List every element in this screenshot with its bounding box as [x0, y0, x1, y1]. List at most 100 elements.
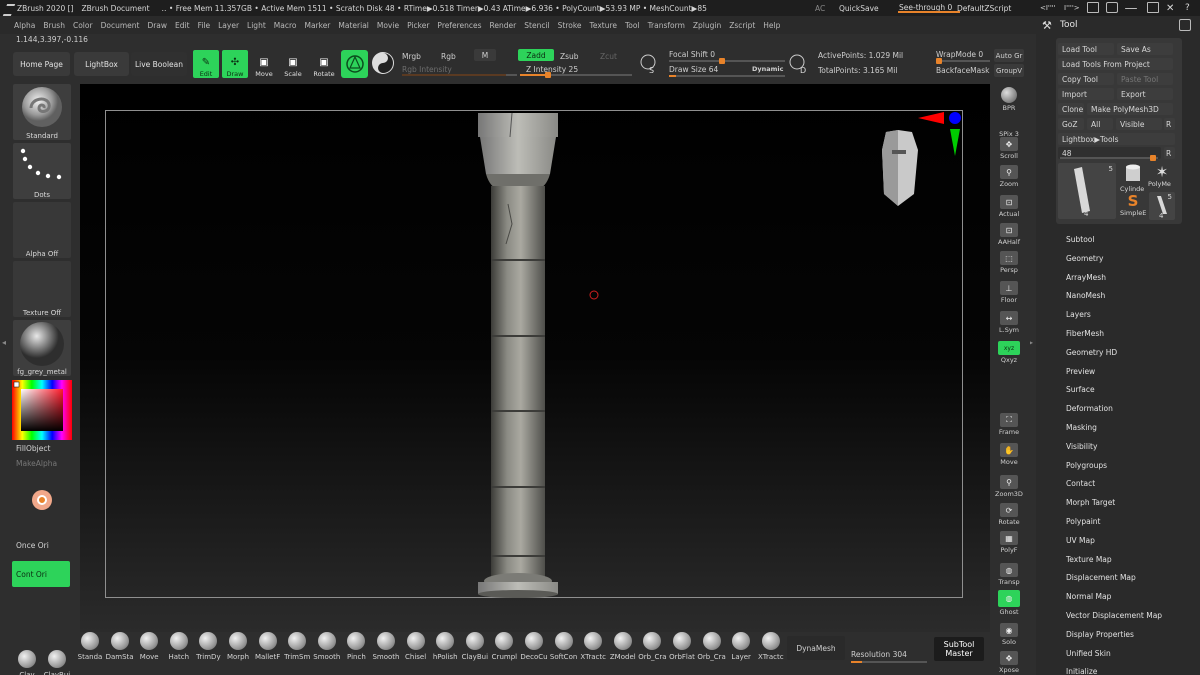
- close-icon[interactable]: ✕: [1166, 1, 1174, 15]
- brush-20[interactable]: OrbFlat: [667, 632, 697, 672]
- menu-brush[interactable]: Brush: [43, 21, 65, 30]
- brush-0[interactable]: Standa: [75, 632, 105, 672]
- brush-9[interactable]: Pinch: [341, 632, 371, 672]
- document-viewport[interactable]: [80, 84, 990, 632]
- z-intensity-slider[interactable]: Z Intensity 25: [526, 65, 578, 74]
- goz-visible-button[interactable]: Visible: [1116, 118, 1162, 130]
- tool-section-displacement-map[interactable]: Displacement Map: [1066, 573, 1136, 582]
- rotate-button[interactable]: ⟳ Rotate: [995, 500, 1023, 526]
- tool-section-display-properties[interactable]: Display Properties: [1066, 630, 1134, 639]
- goz-r-button[interactable]: R: [1164, 118, 1175, 130]
- goz-button[interactable]: GoZ: [1058, 118, 1084, 130]
- brush-shortcut-1[interactable]: ClayBui: [42, 650, 72, 675]
- lsym-button[interactable]: ↔ L.Sym: [995, 308, 1023, 334]
- lightbox-button[interactable]: LightBox: [74, 52, 129, 76]
- tool-section-vector-displacement-map[interactable]: Vector Displacement Map: [1066, 611, 1162, 620]
- tool-section-fibermesh[interactable]: FiberMesh: [1066, 329, 1104, 338]
- menu-light[interactable]: Light: [247, 21, 266, 30]
- layout-grip-icon[interactable]: <I'''': [1040, 1, 1056, 15]
- tool-section-morph-target[interactable]: Morph Target: [1066, 498, 1115, 507]
- scale-mode-button[interactable]: ▣ Scale: [280, 50, 306, 78]
- color-picker[interactable]: [12, 380, 72, 440]
- menu-alpha[interactable]: Alpha: [14, 21, 35, 30]
- help-icon[interactable]: ?: [1185, 1, 1190, 15]
- menu-help[interactable]: Help: [763, 21, 780, 30]
- backface-mask-button[interactable]: BackfaceMask: [936, 66, 990, 75]
- draw-size-slider[interactable]: Draw Size 64: [669, 65, 718, 74]
- default-zscript-button[interactable]: DefaultZScript: [957, 1, 1011, 15]
- tool-section-normal-map[interactable]: Normal Map: [1066, 592, 1111, 601]
- tool-section-surface[interactable]: Surface: [1066, 385, 1095, 394]
- tool-section-subtool[interactable]: Subtool: [1066, 235, 1094, 244]
- menu-document[interactable]: Document: [101, 21, 140, 30]
- menu-picker[interactable]: Picker: [407, 21, 429, 30]
- load-tools-from-project-button[interactable]: Load Tools From Project: [1058, 58, 1173, 70]
- brush-shortcut-0[interactable]: Clay: [12, 650, 42, 675]
- tool-count-bar[interactable]: [1060, 155, 1158, 161]
- wrapmode-bar[interactable]: [936, 58, 990, 64]
- menu-render[interactable]: Render: [490, 21, 517, 30]
- focal-shift-slider[interactable]: Focal Shift 0: [669, 50, 715, 59]
- mrgb-button[interactable]: Mrgb: [402, 52, 421, 61]
- menu-stroke[interactable]: Stroke: [558, 21, 582, 30]
- zadd-button[interactable]: Zadd: [518, 49, 554, 61]
- scroll-button[interactable]: ✥ Scroll: [995, 134, 1023, 160]
- resolution-bar[interactable]: [851, 661, 927, 663]
- brush-10[interactable]: Smooth: [371, 632, 401, 672]
- tool-section-contact[interactable]: Contact: [1066, 479, 1095, 488]
- menu-preferences[interactable]: Preferences: [437, 21, 481, 30]
- make-polymesh3d-button[interactable]: Make PolyMesh3D: [1087, 103, 1173, 115]
- zoom3d-button[interactable]: ⚲ Zoom3D: [995, 472, 1023, 498]
- simplebrush-tool-thumb[interactable]: S SimpleE: [1120, 192, 1146, 220]
- polymesh-tool-thumb[interactable]: ✶ PolyMe: [1148, 163, 1176, 189]
- focal-shift-bar[interactable]: [669, 58, 785, 64]
- tool-section-unified-skin[interactable]: Unified Skin: [1066, 649, 1111, 658]
- rgb-intensity-bar[interactable]: [402, 74, 517, 76]
- menu-layer[interactable]: Layer: [218, 21, 239, 30]
- alpha-selector[interactable]: Alpha Off: [13, 202, 71, 258]
- subtool-master-button[interactable]: SubTool Master: [934, 637, 984, 661]
- xyz-button[interactable]: xyz Qxyz: [995, 338, 1023, 364]
- minimize-icon[interactable]: [1125, 8, 1137, 9]
- window-restore-icon[interactable]: [1106, 2, 1118, 13]
- tool-section-polygroups[interactable]: Polygroups: [1066, 461, 1107, 470]
- column-model[interactable]: [80, 84, 990, 632]
- menu-file[interactable]: File: [198, 21, 211, 30]
- material-selector[interactable]: fg_grey_metal: [13, 320, 71, 376]
- tool-section-geometry-hd[interactable]: Geometry HD: [1066, 348, 1117, 357]
- lightbox-tools-button[interactable]: Lightbox▶Tools: [1058, 133, 1175, 145]
- tool-section-polypaint[interactable]: Polypaint: [1066, 517, 1101, 526]
- brush-11[interactable]: Chisel: [401, 632, 431, 672]
- move-mode-button[interactable]: ▣ Move: [251, 50, 277, 78]
- actual-button[interactable]: ⊡ Actual: [995, 192, 1023, 218]
- groups-visible-button[interactable]: GroupV: [994, 64, 1024, 77]
- menu-zplugin[interactable]: Zplugin: [693, 21, 721, 30]
- tool-section-arraymesh[interactable]: ArrayMesh: [1066, 273, 1106, 282]
- rotate-mode-button[interactable]: ▣ Rotate: [311, 50, 337, 78]
- dots-distance-icon[interactable]: D: [789, 54, 809, 75]
- z-intensity-bar[interactable]: [520, 72, 632, 78]
- brush-19[interactable]: Orb_Cra: [637, 632, 667, 672]
- frame-button[interactable]: ⛶ Frame: [995, 410, 1023, 436]
- auto-groups-button[interactable]: Auto Gr: [994, 49, 1024, 62]
- tool-section-deformation[interactable]: Deformation: [1066, 404, 1113, 413]
- current-tool-thumb[interactable]: 5 4: [1058, 163, 1116, 219]
- aahalf-button[interactable]: ⊡ AAHalf: [995, 220, 1023, 246]
- maximize-icon[interactable]: [1147, 2, 1159, 13]
- persp-button[interactable]: ⬚ Persp: [995, 248, 1023, 274]
- tool-section-initialize[interactable]: Initialize: [1066, 667, 1097, 675]
- menu-color[interactable]: Color: [73, 21, 93, 30]
- menu-edit[interactable]: Edit: [175, 21, 190, 30]
- goz-all-button[interactable]: All: [1087, 118, 1113, 130]
- load-tool-button[interactable]: Load Tool: [1058, 43, 1114, 55]
- clone-button[interactable]: Clone: [1058, 103, 1084, 115]
- tool-section-masking[interactable]: Masking: [1066, 423, 1097, 432]
- brush-16[interactable]: SoftCon: [549, 632, 579, 672]
- fill-object-button[interactable]: FillObject: [16, 444, 50, 453]
- transp-button[interactable]: ◍ Transp: [995, 560, 1023, 586]
- cont-ori-button[interactable]: Cont Ori: [12, 561, 70, 587]
- rgb-intensity-slider[interactable]: Rgb Intensity: [402, 65, 452, 74]
- tool-section-geometry[interactable]: Geometry: [1066, 254, 1103, 263]
- once-ori-button[interactable]: Once Ori: [16, 541, 49, 550]
- brush-13[interactable]: ClayBui: [460, 632, 490, 672]
